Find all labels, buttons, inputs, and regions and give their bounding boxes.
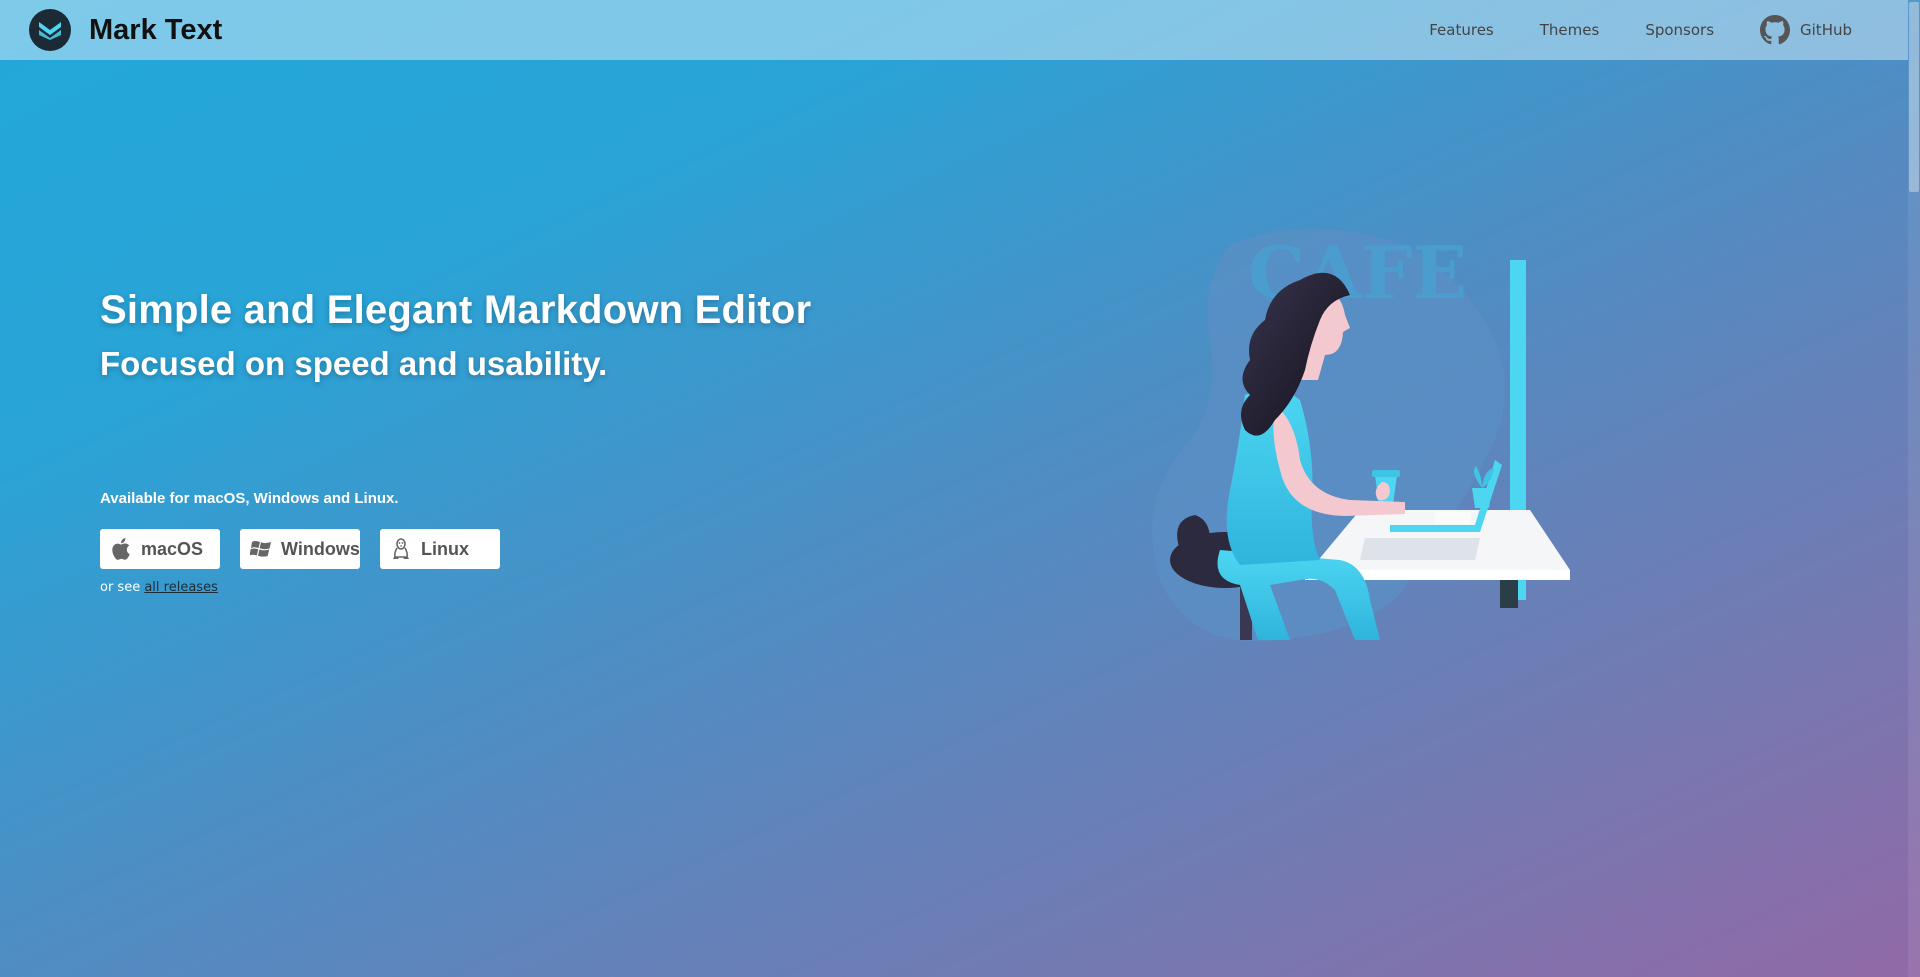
nav-themes-label: Themes — [1539, 21, 1600, 39]
download-windows-button[interactable]: Windows — [240, 529, 360, 569]
see-releases: or see all releases — [100, 580, 218, 595]
nav-links: Features Themes Sponsors GitHub — [1383, 0, 1852, 60]
nav-github-link[interactable]: GitHub — [1760, 15, 1852, 45]
download-windows-label: Windows — [281, 538, 360, 559]
woman-at-cafe-illustration: CAFE — [1152, 228, 1570, 642]
nav-sponsors-link[interactable]: Sponsors — [1645, 21, 1714, 39]
apple-icon — [110, 538, 132, 560]
mark-text-logo-icon[interactable] — [29, 9, 71, 51]
download-macos-button[interactable]: macOS — [100, 529, 220, 569]
windows-icon — [250, 538, 272, 560]
nav-themes-link[interactable]: Themes — [1540, 21, 1600, 39]
brand-name[interactable]: Mark Text — [89, 14, 222, 47]
nav-features-label: Features — [1429, 21, 1494, 39]
download-macos-label: macOS — [141, 538, 204, 559]
linux-icon — [390, 538, 412, 560]
nav-sponsors-label: Sponsors — [1645, 21, 1715, 39]
nav-features-link[interactable]: Features — [1429, 21, 1494, 39]
download-buttons: macOS Windows Linux — [100, 529, 520, 569]
brand[interactable]: Mark Text — [29, 9, 222, 51]
availability-text: Available for macOS, Windows and Linux. — [100, 490, 399, 507]
top-navbar: Mark Text Features Themes Sponsors GitHu… — [0, 0, 1908, 60]
nav-github-label: GitHub — [1800, 21, 1852, 39]
hero-subtitle: Focused on speed and usability. — [100, 345, 608, 382]
hero-title: Simple and Elegant Markdown Editor — [100, 288, 812, 332]
page-scrollbar[interactable] — [1908, 0, 1920, 977]
download-linux-label: Linux — [421, 538, 469, 559]
github-icon — [1760, 15, 1791, 45]
plant-pot — [1472, 488, 1492, 508]
all-releases-link[interactable]: all releases — [144, 580, 218, 595]
download-linux-button[interactable]: Linux — [380, 529, 500, 569]
hero: Simple and Elegant Markdown Editor Focus… — [100, 288, 920, 383]
scrollbar-thumb[interactable] — [1909, 2, 1919, 192]
or-see-text: or see — [100, 580, 141, 595]
